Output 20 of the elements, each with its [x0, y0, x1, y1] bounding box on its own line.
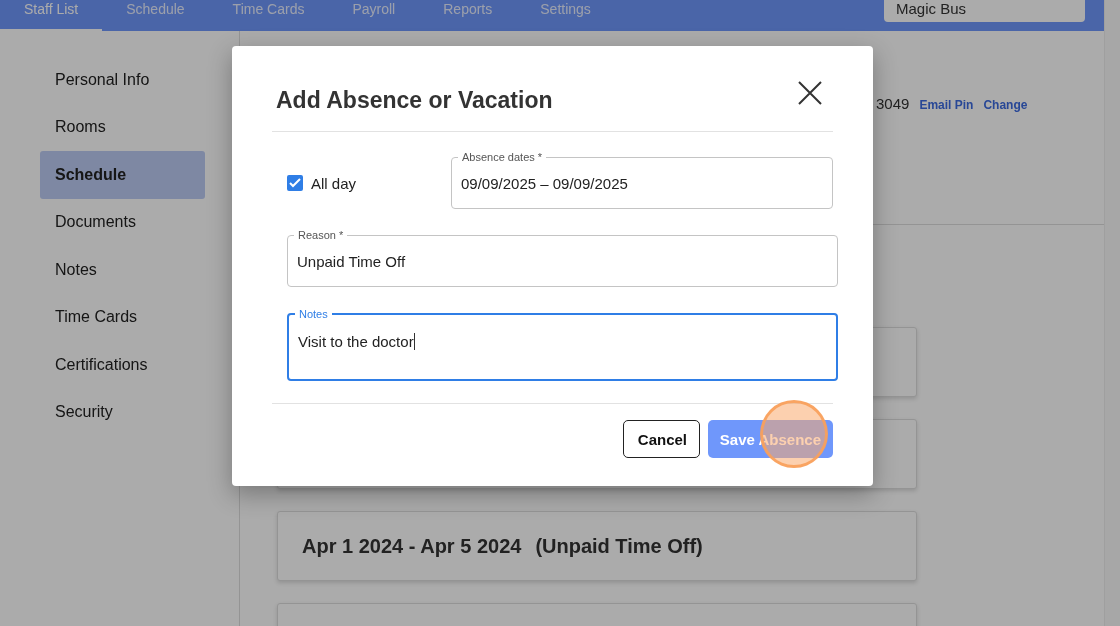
sidebar-item[interactable]: Security	[40, 388, 205, 436]
link[interactable]: Email Pin	[919, 98, 974, 112]
sidebar-item[interactable]: Rooms	[40, 103, 205, 151]
sidebar-item[interactable]: Documents	[40, 198, 205, 246]
pin-text: 3049	[876, 95, 910, 112]
cancel-button[interactable]: Cancel	[622, 420, 700, 458]
account-select[interactable]: Magic Bus	[884, 0, 1085, 22]
sidebar-item[interactable]: Time Cards	[40, 293, 205, 341]
checkbox[interactable]	[287, 175, 303, 191]
dialog-title: Add Absence or Vacation	[276, 86, 553, 114]
link[interactable]: Change	[983, 98, 1028, 112]
sidebar-item[interactable]: Schedule	[40, 151, 205, 199]
sidebar-item[interactable]: Notes	[40, 246, 205, 294]
sidebar-item[interactable]: Certifications	[40, 341, 205, 389]
absence-dates: Apr 1 2024 - Apr 5 2024	[302, 534, 522, 558]
sidebar-item[interactable]: Personal Info	[40, 56, 205, 104]
absence-reason: (Unpaid Time Off)	[535, 534, 703, 558]
scrollbar[interactable]	[1104, 0, 1120, 626]
close-button[interactable]	[797, 79, 823, 106]
checkbox-label: All day	[311, 174, 357, 192]
